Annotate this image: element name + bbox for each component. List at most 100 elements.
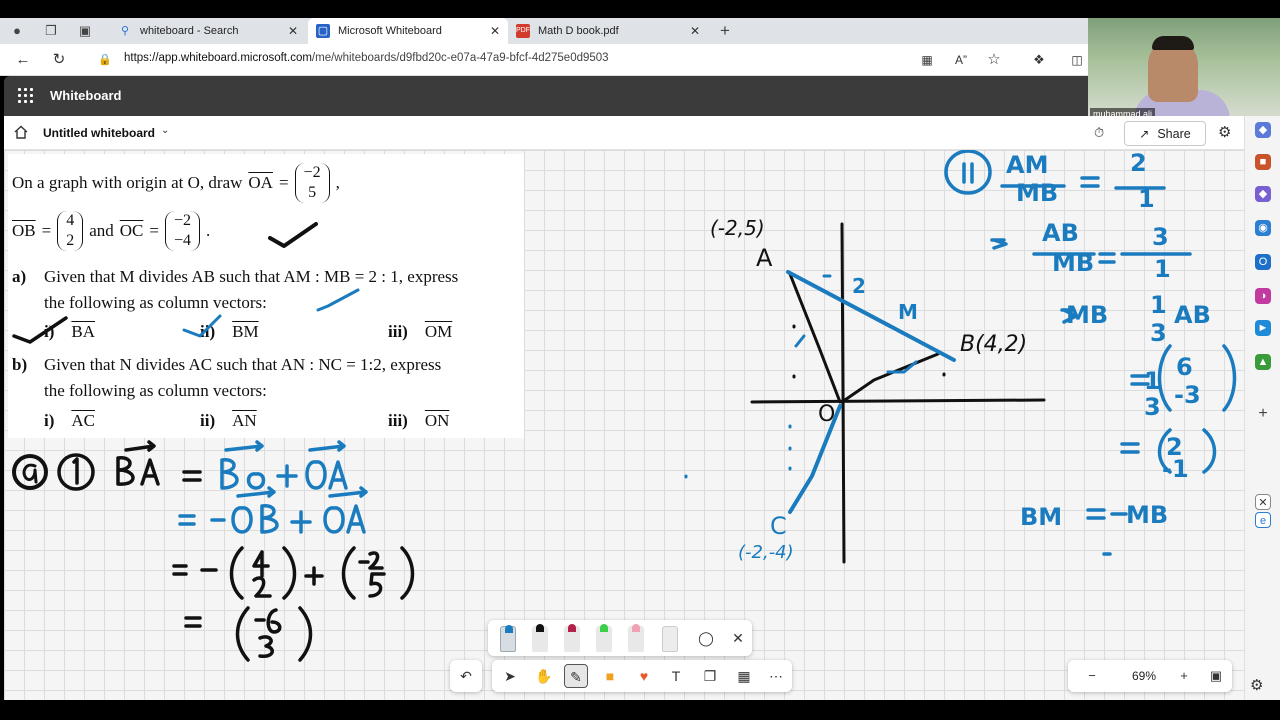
zoom-out-icon[interactable]: − [1080, 664, 1104, 688]
close-tab-icon[interactable]: ✕ [288, 24, 298, 38]
url-field[interactable]: https://app.whiteboard.microsoft.com/me/… [124, 52, 609, 64]
circled-one-ink [72, 457, 79, 485]
tools-icon[interactable]: ■ [1255, 154, 1271, 170]
neg-ob-plus-oa-ink [210, 486, 368, 534]
close-tab-icon[interactable]: ✕ [690, 24, 700, 38]
designer-icon[interactable]: ◑ [1255, 288, 1271, 304]
tree-icon[interactable]: ▲ [1255, 354, 1271, 370]
point-c-label: C [770, 512, 787, 540]
point-b-label: B(4,2) [960, 332, 1028, 357]
canvas-settings-icon[interactable]: ⚙ [1250, 676, 1263, 694]
webcam-person-hair [1152, 36, 1194, 50]
tab-label: Math D book.pdf [538, 25, 619, 37]
graph-dots-ink [792, 324, 946, 379]
tab-actions-icon[interactable]: ▣ [76, 22, 94, 40]
close-icon[interactable]: ✕ [1255, 494, 1271, 510]
whiteboard-icon: ▢ [316, 24, 330, 38]
eraser-icon[interactable] [628, 624, 644, 652]
fit-screen-icon[interactable]: ▣ [1204, 664, 1228, 688]
url-path: /me/whiteboards/d9fbd20c-e07a-47a9-bfcf-… [311, 52, 609, 64]
chevron-down-icon[interactable]: ⌄ [161, 125, 169, 136]
graph-dots-ink [684, 424, 792, 479]
whiteboard-canvas[interactable]: On a graph with origin at O, draw OA = −… [4, 150, 1244, 700]
app-header: Whiteboard [4, 76, 1088, 116]
share-button[interactable]: ↗ Share [1124, 121, 1206, 146]
checkmark-ink [182, 314, 222, 338]
sticky-note-icon[interactable]: ■ [598, 664, 622, 688]
games-icon[interactable]: ◆ [1255, 186, 1271, 202]
extensions-icon[interactable]: ❖ [1030, 51, 1048, 69]
red-pen-icon[interactable] [564, 624, 580, 652]
equals-ink [182, 470, 202, 482]
zoom-in-icon[interactable]: + [1172, 664, 1196, 688]
tab-pdf[interactable]: PDF Math D book.pdf ✕ [508, 18, 708, 44]
pen-tray: ◯ ✕ [488, 620, 752, 656]
lasso-icon[interactable]: ◯ [694, 626, 718, 650]
edge-icon[interactable]: e [1255, 512, 1271, 528]
hand-icon[interactable]: ✋ [532, 664, 556, 688]
share-label: Share [1157, 126, 1191, 141]
origin-label: O [818, 402, 836, 427]
result-vector-ink [184, 606, 313, 662]
app-launcher-icon[interactable] [18, 88, 34, 104]
black-pen-icon[interactable] [532, 624, 548, 652]
zoom-level[interactable]: 69% [1124, 669, 1164, 683]
tab-whiteboard[interactable]: ▢ Microsoft Whiteboard ✕ [308, 18, 508, 44]
tab-label: whiteboard - Search [140, 25, 239, 37]
tool-group: ➤ ✋ ✎ ■ ♥ T ❐ ▦ ⋯ [492, 660, 792, 692]
close-tab-icon[interactable]: ✕ [490, 24, 500, 38]
ratio-two-label: 2 [852, 274, 866, 298]
copilot-icon[interactable]: ◉ [1255, 220, 1271, 236]
tab-label: Microsoft Whiteboard [338, 25, 442, 37]
checkmark-ink [268, 222, 318, 248]
reactions-icon[interactable]: ♥ [632, 664, 656, 688]
undo-icon[interactable]: ↶ [450, 660, 482, 692]
read-aloud-icon[interactable]: A” [952, 51, 970, 69]
board-header: Untitled whiteboard ⌄ ⏱ ↗ Share ⚙ [4, 116, 1244, 150]
point-m-label: M [898, 300, 918, 324]
board-name[interactable]: Untitled whiteboard [43, 126, 155, 140]
new-tab-icon[interactable]: + [716, 22, 734, 40]
split-screen-icon[interactable]: ◫ [1068, 51, 1086, 69]
timer-icon[interactable]: ⏱ [1094, 125, 1104, 141]
circled-a-ink [22, 463, 38, 484]
highlighter-icon[interactable] [596, 624, 612, 652]
url-host: https://app.whiteboard.microsoft.com [124, 52, 312, 64]
shapes-icon[interactable]: ❐ [698, 664, 722, 688]
home-icon[interactable] [14, 125, 28, 139]
favorite-star-icon[interactable]: ☆ [985, 51, 1003, 69]
refresh-icon[interactable]: ↻ [50, 51, 68, 69]
add-icon[interactable]: + [1255, 406, 1271, 422]
circled-a-ink [12, 454, 48, 490]
bo-plus-oa-ink [220, 440, 348, 490]
zoom-bar: − 69% + ▣ [1068, 660, 1232, 692]
app-title: Whiteboard [50, 88, 122, 103]
main-toolbar: ↶ ➤ ✋ ✎ ■ ♥ T ❐ ▦ ⋯ [450, 660, 792, 692]
pen-tool-icon[interactable]: ✎ [564, 664, 588, 688]
templates-icon[interactable]: ▦ [732, 664, 756, 688]
bookmark-icon[interactable]: ◆ [1255, 122, 1271, 138]
outlook-icon[interactable]: O [1255, 254, 1271, 270]
blue-pen-icon[interactable] [500, 625, 516, 652]
numeric-sub-ink [172, 546, 415, 600]
ba-vector-ink [116, 440, 160, 486]
more-icon[interactable]: ⋯ [764, 664, 788, 688]
equals-ink [178, 514, 196, 526]
webcam-overlay: muhammad ali [1088, 18, 1280, 122]
pdf-icon: PDF [516, 24, 530, 38]
collections-icon[interactable]: ❐ [42, 22, 60, 40]
back-icon[interactable]: ← [14, 51, 32, 69]
ruler-icon[interactable] [662, 626, 678, 652]
send-icon[interactable]: ► [1255, 320, 1271, 336]
point-a-label: A [756, 244, 773, 272]
profile-icon[interactable]: ● [8, 22, 26, 40]
search-icon: ⚲ [120, 25, 130, 37]
app-available-icon[interactable]: ▦ [918, 51, 936, 69]
text-icon[interactable]: T [664, 664, 688, 688]
tab-search[interactable]: ⚲ whiteboard - Search ✕ [110, 18, 306, 44]
select-icon[interactable]: ➤ [498, 664, 522, 688]
lock-icon[interactable]: 🔒 [96, 51, 114, 69]
close-icon[interactable]: ✕ [726, 626, 750, 650]
gear-icon[interactable]: ⚙ [1218, 123, 1231, 141]
address-bar: ← ↻ 🔒 https://app.whiteboard.microsoft.c… [0, 44, 1088, 76]
